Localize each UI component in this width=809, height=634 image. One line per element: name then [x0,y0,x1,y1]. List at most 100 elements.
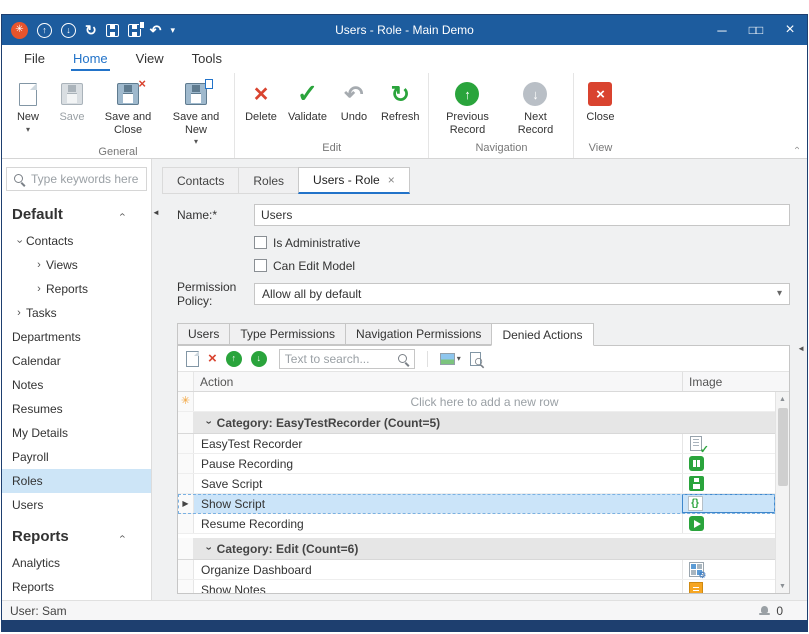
show-find-panel-button[interactable] [470,349,485,368]
scroll-down-icon[interactable] [776,579,789,593]
tab-type-permissions[interactable]: Type Permissions [229,323,346,345]
sidebar-item-reports-sub[interactable]: Reports [2,277,151,301]
tab-navigation-permissions[interactable]: Navigation Permissions [345,323,492,345]
qat-customize-icon[interactable] [170,26,175,35]
group-row-edit[interactable]: Category: Edit (Count=6) [178,538,775,560]
new-row-text: Click here to add a new row [194,392,775,411]
sidebar-item-my-details[interactable]: My Details [2,421,151,445]
maximize-button[interactable]: □ [739,15,773,45]
sidebar-group-reports[interactable]: Reports [2,521,151,551]
image-cell [682,494,775,513]
sidebar-item-resumes[interactable]: Resumes [2,397,151,421]
new-row[interactable]: Click here to add a new row [178,392,775,412]
sidebar-item-departments[interactable]: Departments [2,325,151,349]
table-row[interactable]: Save Script [178,474,775,494]
sidebar-item-reports[interactable]: Reports [2,575,151,599]
table-row[interactable]: Pause Recording [178,454,775,474]
sidebar-item-notes[interactable]: Notes [2,373,151,397]
qat-refresh-icon[interactable] [85,23,97,37]
previous-record-button[interactable]: Previous Record [433,77,501,136]
group-row-easytestrecorder[interactable]: Category: EasyTestRecorder (Count=5) [178,412,775,434]
close-tab-icon[interactable] [388,174,395,186]
doctab-roles[interactable]: Roles [238,167,299,194]
sidebar-item-views[interactable]: Views [2,253,151,277]
undo-button[interactable]: Undo [332,77,376,124]
new-document-icon [19,83,37,106]
save-and-new-icon [185,83,207,105]
minimize-button[interactable]: ─ [705,15,739,45]
save-button[interactable]: Save [50,77,94,124]
move-down-button[interactable] [251,351,267,367]
sidebar-item-calendar[interactable]: Calendar [2,349,151,373]
sidebar-item-payroll[interactable]: Payroll [2,445,151,469]
name-input[interactable] [254,204,790,226]
save-and-new-button[interactable]: Save and New [162,77,230,146]
sidebar-search-box[interactable] [6,167,147,191]
close-button[interactable]: × [773,15,807,45]
sidebar-item-users[interactable]: Users [2,493,151,517]
sidebar-item-contacts[interactable]: Contacts [2,229,151,253]
next-record-button[interactable]: Next Record [501,77,569,136]
can-edit-model-checkbox[interactable] [254,259,267,272]
group-row-label: Category: Edit (Count=6) [217,542,359,556]
is-administrative-checkbox[interactable] [254,236,267,249]
delete-button[interactable]: Delete [239,77,283,124]
delete-icon [254,79,269,109]
sidebar-search-input[interactable] [31,172,140,186]
qat-next-record-icon[interactable] [61,23,76,38]
table-row[interactable]: Organize Dashboard [178,560,775,580]
sidebar-splitter[interactable] [152,159,160,600]
chevron-right-icon [32,260,46,271]
tab-view[interactable]: View [122,47,178,73]
next-record-icon [523,82,547,106]
window-controls: ─ □ × [705,15,807,45]
delete-row-button[interactable] [208,351,217,366]
refresh-button[interactable]: Refresh [376,77,425,124]
table-row[interactable]: Show Notes [178,580,775,593]
collapse-right-panel-icon[interactable] [797,345,805,353]
validate-button[interactable]: Validate [283,77,332,124]
image-picker-button[interactable] [440,353,461,365]
qat-save-and-new-icon[interactable] [128,24,141,37]
column-header-action[interactable]: Action [194,372,682,391]
collapse-sidebar-icon[interactable] [152,209,160,217]
sidebar-item-tasks[interactable]: Tasks [2,301,151,325]
tab-users[interactable]: Users [177,323,230,345]
table-row-selected[interactable]: Show Script [178,494,775,514]
doctab-users-role[interactable]: Users - Role [298,167,410,194]
table-row[interactable]: Resume Recording [178,514,775,534]
tab-tools[interactable]: Tools [178,47,236,73]
grid-search-input[interactable] [285,352,397,366]
move-up-button[interactable] [226,351,242,367]
tab-file[interactable]: File [10,47,59,73]
grid-scrollbar[interactable] [775,392,789,593]
status-notifications[interactable]: 0 [759,604,799,618]
table-row[interactable]: EasyTest Recorder [178,434,775,454]
sidebar-item-label: Reports [12,580,54,594]
permission-policy-select[interactable]: Allow all by default [254,283,790,305]
add-row-button[interactable] [186,351,199,367]
save-and-close-button[interactable]: Save and Close [94,77,162,136]
collapse-ribbon-icon[interactable] [792,146,802,149]
image-cell [682,580,775,593]
column-header-image[interactable]: Image [682,372,775,391]
qat-previous-record-icon[interactable] [37,23,52,38]
action-cell: Organize Dashboard [194,560,682,579]
notification-count: 0 [776,604,783,618]
sidebar-item-roles[interactable]: Roles [2,469,151,493]
sidebar-item-analytics[interactable]: Analytics [2,551,151,575]
scroll-up-icon[interactable] [776,392,789,406]
qat-undo-icon[interactable] [150,23,162,37]
tab-home[interactable]: Home [59,47,122,73]
close-view-button[interactable]: Close [578,77,622,124]
pause-icon [689,456,704,471]
scrollbar-thumb[interactable] [778,408,788,486]
doctab-contacts[interactable]: Contacts [162,167,239,194]
qat-save-icon[interactable] [106,24,119,37]
grid-search-box[interactable] [279,349,415,369]
play-icon [689,516,704,531]
new-button[interactable]: New [6,77,50,134]
chevron-down-icon [202,421,213,425]
sidebar-group-default[interactable]: Default [2,199,151,229]
tab-denied-actions[interactable]: Denied Actions [491,323,593,346]
